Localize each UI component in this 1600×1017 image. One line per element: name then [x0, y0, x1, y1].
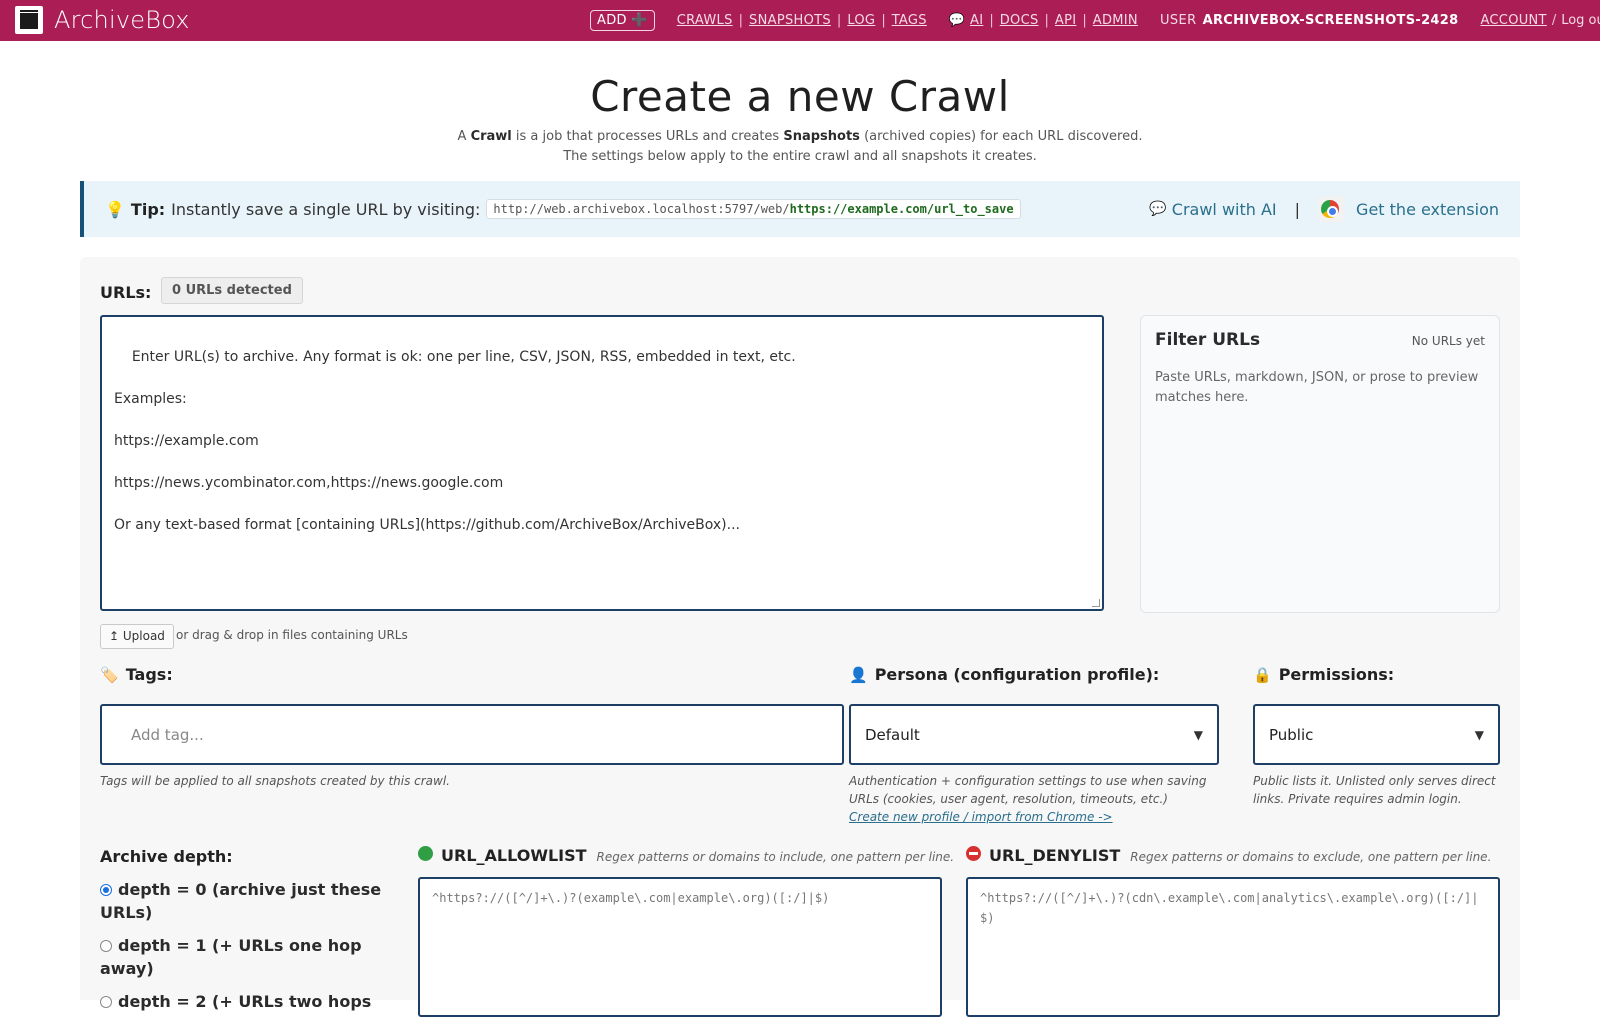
- filter-urls-count: No URLs yet: [1411, 334, 1485, 348]
- allowlist-textarea[interactable]: ^https?://([^/]+\.)?(example\.com|exampl…: [418, 877, 942, 1017]
- nav-crawls-link[interactable]: CRAWLS: [677, 13, 733, 28]
- crawl-with-ai-link[interactable]: Crawl with AI: [1172, 200, 1277, 219]
- tip-banner: 💡 Tip: Instantly save a single URL by vi…: [80, 181, 1520, 237]
- add-button[interactable]: ADD ➕: [590, 10, 655, 31]
- upload-hint: or drag & drop in files containing URLs: [176, 628, 408, 642]
- depth-option-2[interactable]: depth = 2 (+ URLs two hops: [100, 990, 390, 1013]
- chevron-down-icon: ▼: [1193, 727, 1203, 742]
- denylist-placeholder: ^https?://([^/]+\.)?(cdn\.example\.com|a…: [980, 891, 1479, 925]
- permissions-help: Public lists it. Unlisted only serves di…: [1253, 774, 1496, 806]
- nav-account-link[interactable]: ACCOUNT: [1480, 13, 1546, 28]
- permissions-heading: 🔒 Permissions:: [1253, 665, 1395, 684]
- filter-urls-help: Paste URLs, markdown, JSON, or prose to …: [1155, 370, 1479, 405]
- top-navbar: ArchiveBox ADD ➕ CRAWLS | SNAPSHOTS | LO…: [0, 0, 1600, 41]
- allowlist-placeholder: ^https?://([^/]+\.)?(example\.com|exampl…: [432, 891, 830, 905]
- filter-urls-panel: Filter URLs No URLs yet Paste URLs, mark…: [1140, 315, 1500, 613]
- chrome-extension-icon: [1318, 196, 1345, 222]
- radio-checked-icon[interactable]: [100, 884, 112, 896]
- radio-icon[interactable]: [100, 996, 112, 1008]
- urls-placeholder: Enter URL(s) to archive. Any format is o…: [114, 349, 796, 533]
- resize-handle-icon[interactable]: [1092, 599, 1100, 607]
- chevron-down-icon: ▼: [1474, 727, 1484, 742]
- tip-label: Tip:: [130, 199, 166, 219]
- allowlist-hint: Regex patterns or domains to include, on…: [596, 850, 955, 864]
- page-subtitle: A Crawl is a job that processes URLs and…: [0, 127, 1600, 167]
- tags-help: Tags will be applied to all snapshots cr…: [100, 774, 450, 788]
- depth-option-1[interactable]: depth = 1 (+ URLs one hop away): [100, 934, 390, 980]
- chat-bubble-icon: 💬: [1149, 201, 1167, 217]
- tag-input[interactable]: Add tag...: [100, 704, 844, 765]
- denylist-title: URL_DENYLIST: [989, 846, 1121, 865]
- page-title: Create a new Crawl: [590, 72, 1010, 121]
- nav-links: ADD ➕ CRAWLS | SNAPSHOTS | LOG | TAGS 💬 …: [590, 0, 1600, 41]
- brand-link[interactable]: ArchiveBox: [15, 6, 190, 34]
- permissions-selected-value: Public: [1269, 725, 1314, 744]
- persona-select[interactable]: Default ▼: [849, 704, 1219, 765]
- nav-admin-link[interactable]: ADMIN: [1093, 13, 1138, 28]
- no-entry-icon: [966, 846, 981, 861]
- allowlist-title: URL_ALLOWLIST: [441, 846, 587, 865]
- chat-bubble-icon: 💬: [948, 13, 966, 28]
- urls-label: URLs:: [100, 283, 152, 302]
- user-name: ARCHIVEBOX-SCREENSHOTS-2428: [1202, 13, 1459, 28]
- depth-option-0[interactable]: depth = 0 (archive just these URLs): [100, 878, 390, 924]
- upload-button[interactable]: ↥ Upload: [100, 624, 174, 649]
- denylist-textarea[interactable]: ^https?://([^/]+\.)?(cdn\.example\.com|a…: [966, 877, 1500, 1017]
- tags-heading: 🏷️ Tags:: [100, 665, 173, 684]
- person-icon: 👤: [849, 666, 868, 684]
- tag-input-placeholder: Add tag...: [131, 725, 204, 744]
- brand-name: ArchiveBox: [54, 6, 190, 34]
- get-extension-link[interactable]: Get the extension: [1356, 200, 1499, 219]
- denylist-hint: Regex patterns or domains to exclude, on…: [1130, 850, 1492, 864]
- nav-api-link[interactable]: API: [1055, 13, 1076, 28]
- tip-url-example: http://web.archivebox.localhost:5797/web…: [486, 199, 1021, 219]
- nav-snapshots-link[interactable]: SNAPSHOTS: [749, 13, 831, 28]
- permissions-select[interactable]: Public ▼: [1253, 704, 1500, 765]
- nav-tags-link[interactable]: TAGS: [892, 13, 927, 28]
- urls-textarea[interactable]: Enter URL(s) to archive. Any format is o…: [100, 315, 1104, 611]
- lightbulb-icon: 💡: [105, 199, 125, 219]
- radio-icon[interactable]: [100, 940, 112, 952]
- tip-text: Instantly save a single URL by visiting:: [171, 199, 481, 219]
- nav-log-link[interactable]: LOG: [847, 13, 875, 28]
- subtitle-line-1: A Crawl is a job that processes URLs and…: [457, 129, 1143, 144]
- tag-icon: 🏷️: [100, 666, 119, 684]
- logout-link[interactable]: Log out: [1561, 13, 1600, 28]
- persona-heading: 👤 Persona (configuration profile):: [849, 665, 1160, 684]
- denylist-heading: URL_DENYLIST Regex patterns or domains t…: [966, 846, 1491, 865]
- persona-help: Authentication + configuration settings …: [849, 774, 1207, 806]
- create-profile-link[interactable]: Create new profile / import from Chrome …: [849, 810, 1113, 824]
- lock-icon: 🔒: [1253, 666, 1272, 684]
- subtitle-line-2: The settings below apply to the entire c…: [563, 149, 1037, 164]
- nav-docs-link[interactable]: DOCS: [1000, 13, 1039, 28]
- urls-detected-badge: 0 URLs detected: [161, 277, 303, 304]
- archive-depth-heading: Archive depth:: [100, 847, 233, 866]
- user-label: USER: [1159, 13, 1197, 28]
- filter-urls-title: Filter URLs: [1155, 330, 1261, 350]
- crawl-form: URLs: 0 URLs detected Enter URL(s) to ar…: [80, 257, 1520, 1017]
- nav-ai-link[interactable]: AI: [970, 13, 983, 28]
- archivebox-logo-icon: [15, 6, 43, 34]
- allowlist-heading: URL_ALLOWLIST Regex patterns or domains …: [418, 846, 954, 865]
- green-circle-icon: [418, 846, 433, 861]
- persona-selected-value: Default: [865, 725, 920, 744]
